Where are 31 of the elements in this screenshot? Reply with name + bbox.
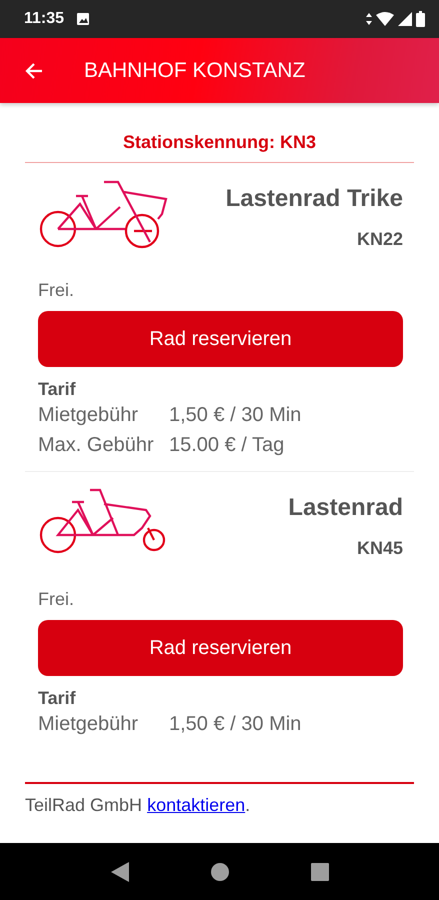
footer-text: TeilRad GmbH kontaktieren. [25,795,252,816]
data-arrows-icon [366,12,372,26]
reserve-button[interactable]: Rad reservieren [38,311,403,367]
status-time: 11:35 [24,10,64,28]
screen-title: BAHNHOF KONSTANZ [84,58,306,82]
tariff-value: 15.00 € / Tag [169,433,284,458]
recents-nav-icon[interactable] [310,862,328,880]
availability-status: Frei. [38,280,75,301]
tariff-label: Max. Gebühr [38,433,155,458]
tariff-title: Tarif [38,379,77,400]
tariff-label: Mietgebühr [38,403,140,428]
back-nav-icon[interactable] [110,862,128,882]
signal-icon [398,12,412,26]
tariff-label: Mietgebühr [38,712,140,737]
image-icon [76,12,90,26]
bike-name: Lastenrad Trike [226,185,403,213]
tariff-value: 1,50 € / 30 Min [169,712,302,737]
tariff-value: 1,50 € / 30 Min [169,403,302,428]
battery-icon [416,11,425,27]
station-id: Stationskennung: KN3 [25,103,414,163]
bike-code: KN45 [356,538,403,559]
reserve-button[interactable]: Rad reservieren [38,620,403,676]
cargo-bike-icon [38,488,168,554]
contact-link[interactable]: kontaktieren [147,795,246,815]
bike-code: KN22 [356,229,403,250]
wifi-icon [376,12,394,26]
bike-name: Lastenrad [288,494,403,522]
tariff-title: Tarif [38,688,77,709]
cargo-trike-icon [38,179,168,251]
availability-status: Frei. [38,589,75,610]
home-nav-icon[interactable] [210,862,228,880]
